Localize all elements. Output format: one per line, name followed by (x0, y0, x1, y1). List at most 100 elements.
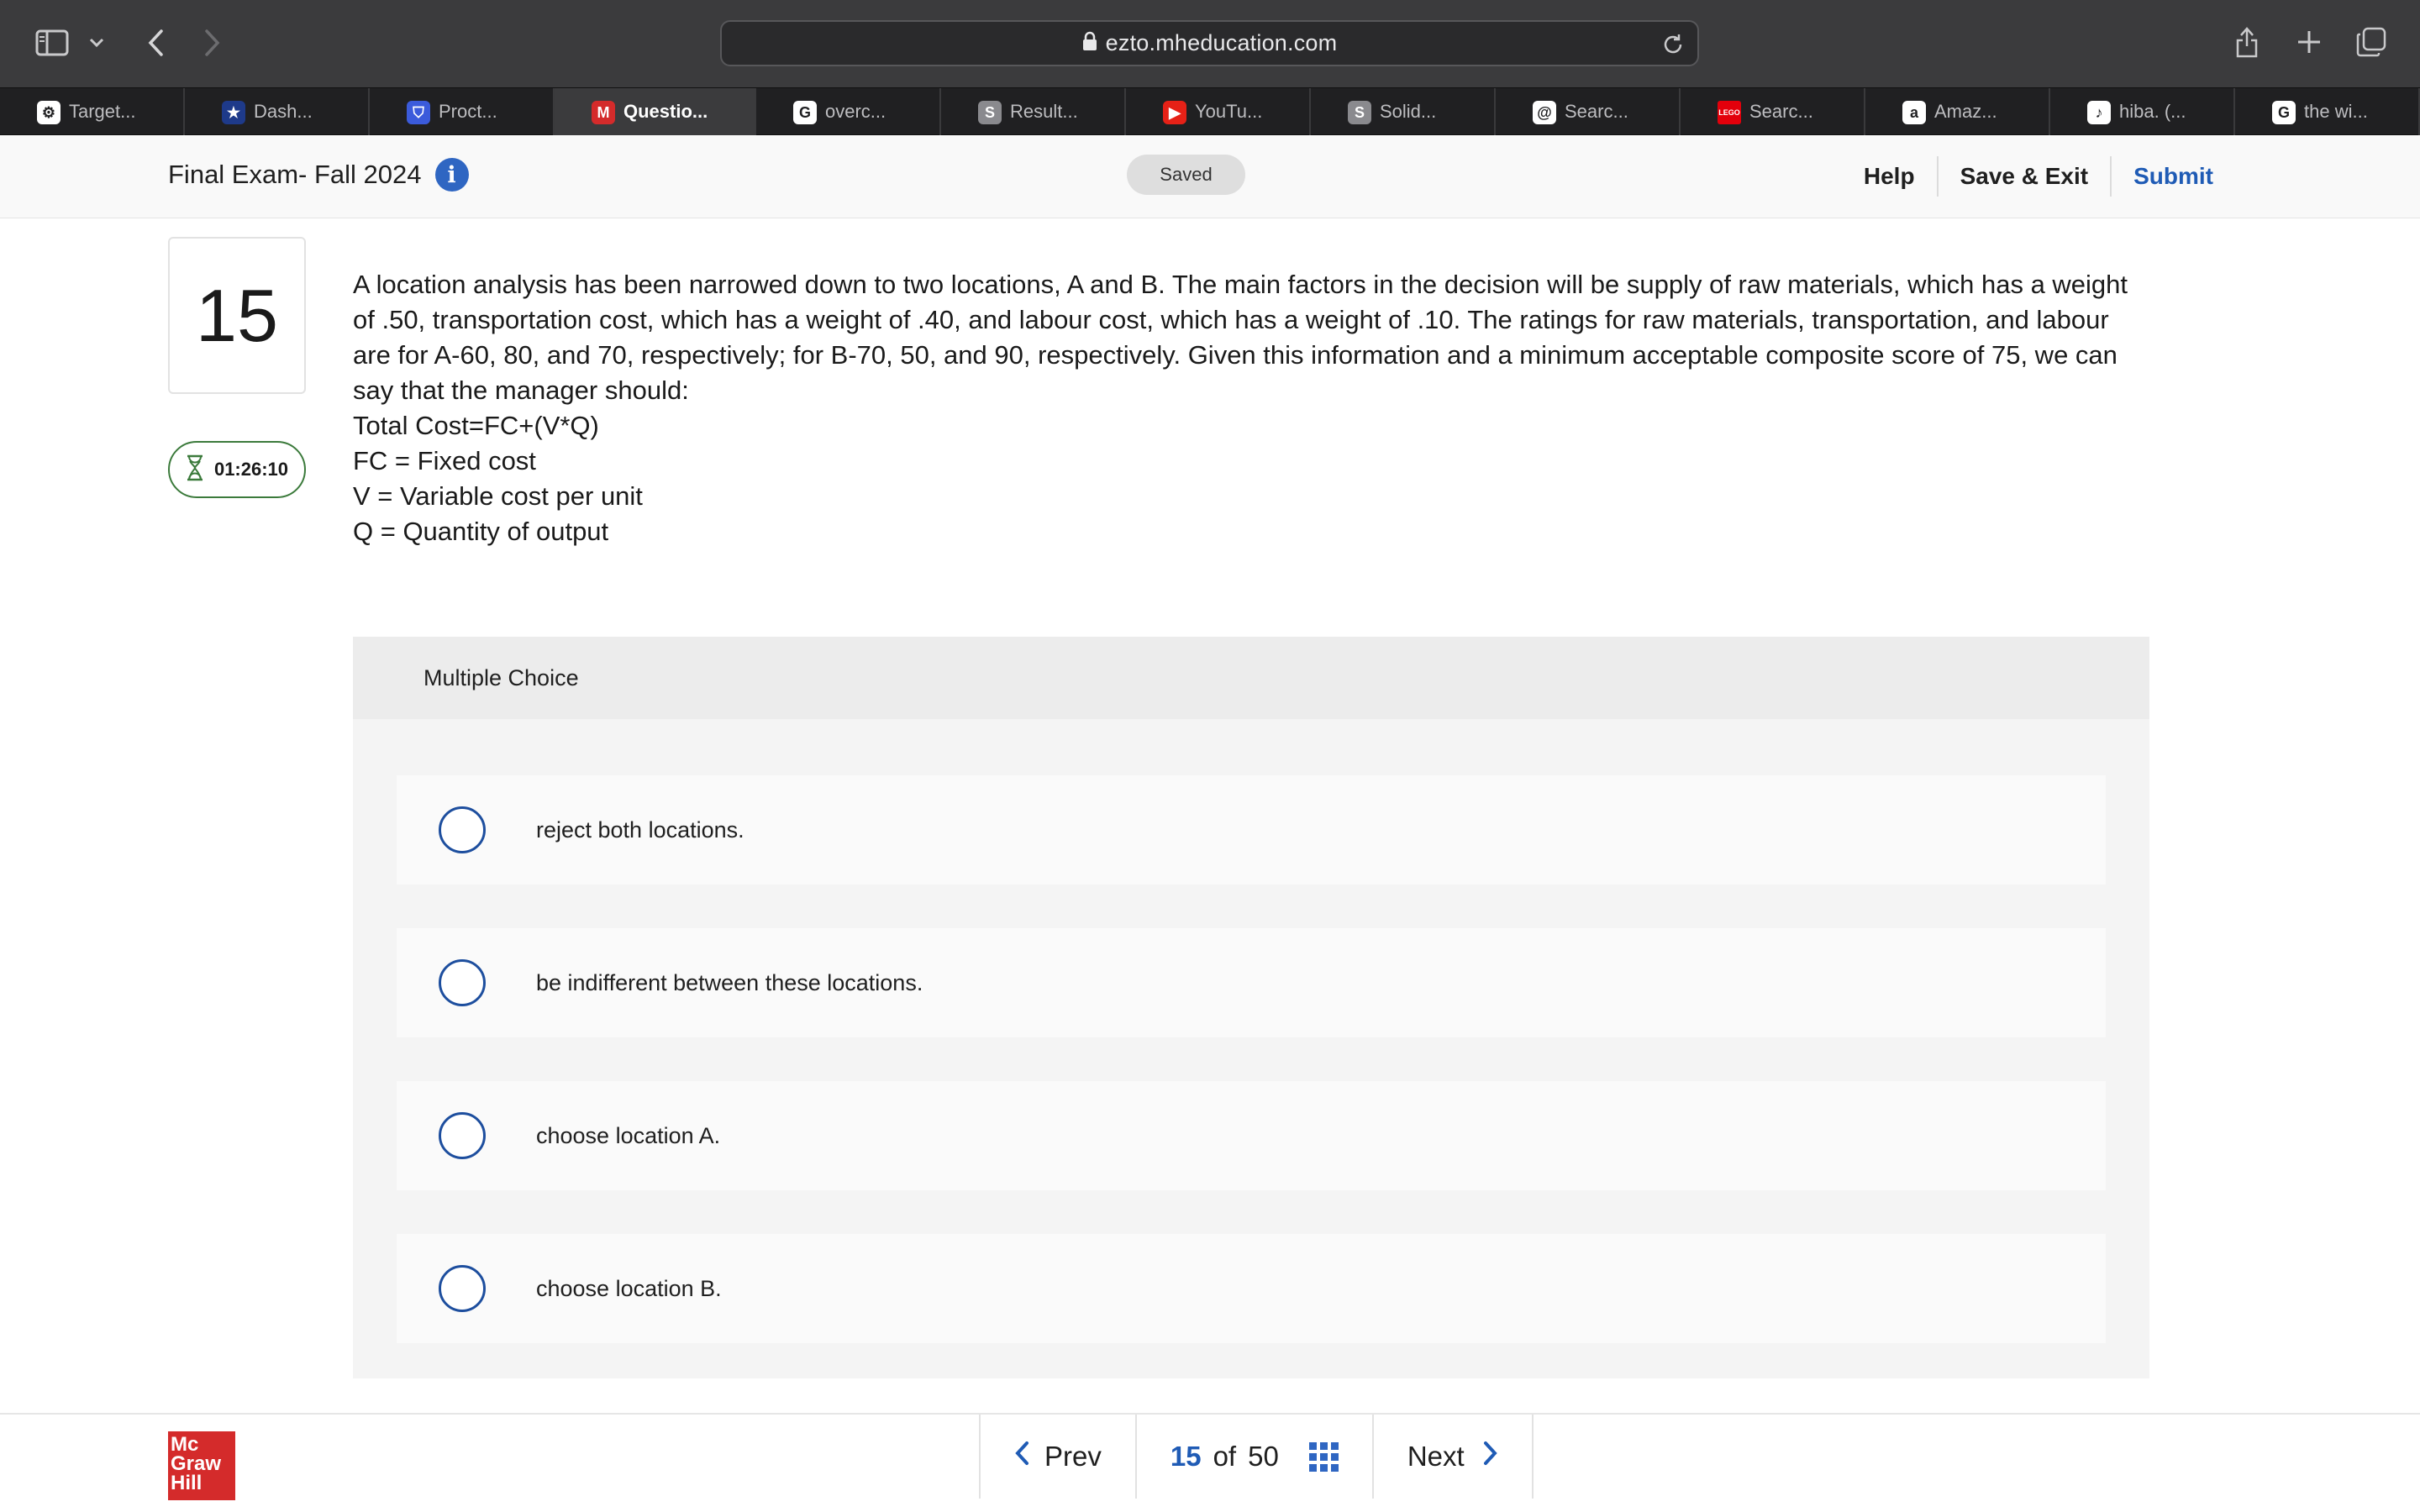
answer-option[interactable]: choose location B. (397, 1234, 2106, 1343)
next-label: Next (1407, 1441, 1465, 1472)
browser-tab-label: Searc... (1565, 101, 1628, 122)
multiple-choice-panel: Multiple Choice reject both locations. b… (353, 637, 2149, 1378)
header-actions: Help Save & Exit Submit (1842, 156, 2235, 197)
browser-tab[interactable]: ▶ YouTu... (1126, 88, 1311, 135)
answer-option-label[interactable]: choose location B. (536, 1276, 722, 1302)
answer-option[interactable]: choose location A. (397, 1081, 2106, 1190)
back-icon[interactable] (141, 25, 170, 60)
logo-line: Mc (171, 1433, 199, 1456)
s-icon: S (1348, 101, 1371, 124)
lock-icon (1082, 31, 1097, 55)
prev-button[interactable]: Prev (979, 1415, 1135, 1499)
radio-button[interactable] (439, 806, 486, 853)
browser-tab[interactable]: ♪ hiba. (... (2050, 88, 2235, 135)
chevron-down-icon[interactable] (86, 32, 108, 54)
exam-title-text: Final Exam- Fall 2024 (168, 160, 422, 189)
prompt-line: V = Variable cost per unit (353, 481, 643, 511)
browser-tab-label: overc... (825, 101, 886, 122)
browser-tab[interactable]: Goverc... (756, 88, 941, 135)
browser-tab[interactable]: ⚙ Target... (0, 88, 185, 135)
exam-title: Final Exam- Fall 2024 i (168, 158, 469, 192)
star-badge-icon: ★ (222, 101, 245, 124)
answer-option-label[interactable]: reject both locations. (536, 817, 744, 843)
multiple-choice-header: Multiple Choice (353, 637, 2149, 719)
tab-overview-icon[interactable] (2354, 25, 2388, 59)
question-text: A location analysis has been narrowed do… (353, 270, 2128, 405)
url-text: ezto.mheducation.com (1105, 30, 1338, 55)
answer-option-label[interactable]: be indifferent between these locations. (536, 970, 923, 996)
youtube-icon: ▶ (1163, 101, 1186, 124)
question-prompt: A location analysis has been narrowed do… (353, 267, 2151, 549)
prompt-line: Total Cost=FC+(V*Q) (353, 411, 599, 440)
mcgraw-m-icon: M (592, 101, 615, 124)
browser-tab-label: Amaz... (1934, 101, 1997, 122)
question-map-button[interactable]: 15 of 50 (1134, 1415, 1372, 1499)
radio-button[interactable] (439, 959, 486, 1006)
browser-tab-label: YouTu... (1195, 101, 1263, 122)
grid-icon (1308, 1441, 1339, 1472)
footer-nav: Mc Graw Hill Prev 15 of 50 Next (0, 1413, 2420, 1512)
browser-tab[interactable]: @ Searc... (1496, 88, 1681, 135)
browser-tab-label: Proct... (439, 101, 497, 122)
browser-tab[interactable]: S Result... (941, 88, 1126, 135)
browser-tab[interactable]: M Questio... (555, 88, 756, 135)
browser-tab[interactable]: Gthe wi... (2235, 88, 2420, 135)
total-pages: 50 (1248, 1441, 1279, 1472)
browser-tab-label: Dash... (254, 101, 313, 122)
browser-tab-label: Result... (1010, 101, 1078, 122)
logo-line: Graw (171, 1452, 222, 1475)
help-button[interactable]: Help (1842, 156, 1937, 197)
google-icon: G (2272, 101, 2296, 124)
browser-tab-label: the wi... (2304, 101, 2368, 122)
prev-label: Prev (1044, 1441, 1102, 1472)
browser-tab[interactable]: a Amaz... (1865, 88, 2050, 135)
question-number: 15 (168, 237, 306, 394)
browser-tab[interactable]: ⛉ Proct... (370, 88, 555, 135)
sidebar-toggle-icon[interactable] (34, 27, 71, 59)
answer-option[interactable]: be indifferent between these locations. (397, 928, 2106, 1037)
browser-tab[interactable]: LEGO Searc... (1681, 88, 1865, 135)
new-tab-icon[interactable] (2294, 27, 2324, 57)
radio-button[interactable] (439, 1265, 486, 1312)
timer-text: 01:26:10 (213, 459, 289, 480)
radio-button[interactable] (439, 1112, 486, 1159)
chatgpt-icon: ⚙ (37, 101, 60, 124)
page-of-label: of (1213, 1441, 1237, 1472)
hourglass-icon (186, 454, 204, 486)
tiktok-icon: ♪ (2087, 101, 2111, 124)
shield-icon: ⛉ (407, 101, 430, 124)
tab-bar: ⚙ Target... ★ Dash... ⛉ Proct... M Questio... Go… (0, 87, 2420, 135)
chevron-right-icon (1483, 1441, 1498, 1473)
answer-option[interactable]: reject both locations. (397, 775, 2106, 885)
save-exit-button[interactable]: Save & Exit (1936, 156, 2111, 197)
mcgraw-hill-logo: Mc Graw Hill (168, 1431, 235, 1500)
lego-icon: LEGO (1718, 101, 1741, 124)
reload-icon[interactable] (1660, 32, 1686, 61)
browser-tab[interactable]: ★ Dash... (185, 88, 370, 135)
timer[interactable]: 01:26:10 (168, 441, 306, 498)
current-page: 15 (1170, 1441, 1202, 1472)
at-icon: @ (1533, 101, 1556, 124)
prompt-line: FC = Fixed cost (353, 446, 536, 475)
forward-icon[interactable] (198, 25, 227, 60)
browser-tab-label: Solid... (1380, 101, 1437, 122)
browser-tab-label: hiba. (... (2119, 101, 2186, 122)
browser-tab-label: Questio... (623, 101, 708, 122)
logo-line: Hill (171, 1472, 203, 1494)
info-icon[interactable]: i (434, 158, 469, 192)
address-bar[interactable]: ezto.mheducation.com (720, 20, 1699, 66)
browser-tab-label: Target... (69, 101, 136, 122)
share-icon[interactable] (2232, 22, 2262, 62)
submit-button[interactable]: Submit (2110, 156, 2235, 197)
chevron-left-icon (1014, 1441, 1029, 1473)
s-icon: S (978, 101, 1002, 124)
prompt-line: Q = Quantity of output (353, 517, 609, 546)
browser-tab[interactable]: S Solid... (1311, 88, 1496, 135)
browser-tab-label: Searc... (1749, 101, 1813, 122)
answer-option-label[interactable]: choose location A. (536, 1123, 720, 1149)
exam-header: Final Exam- Fall 2024 i Saved Help Save … (0, 136, 2420, 218)
next-button[interactable]: Next (1371, 1415, 1534, 1499)
saved-status-badge: Saved (1127, 155, 1245, 195)
browser-toolbar: ezto.mheducation.com (0, 0, 2420, 87)
amazon-icon: a (1902, 101, 1926, 124)
